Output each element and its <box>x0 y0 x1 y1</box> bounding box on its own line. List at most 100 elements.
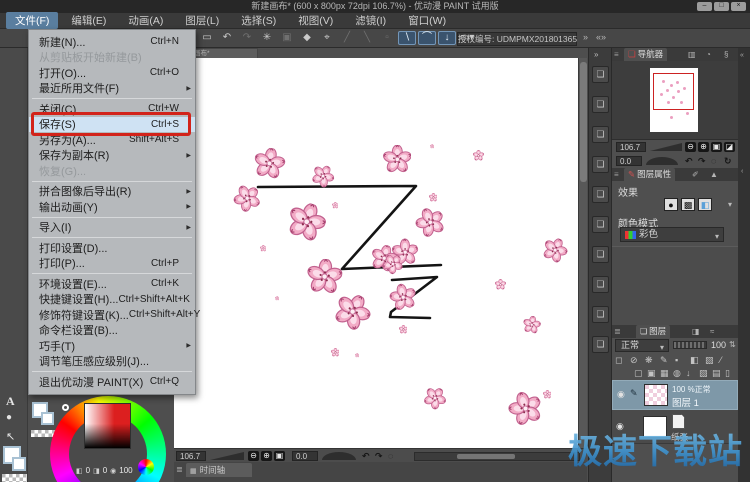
menu-item-8[interactable]: 保存为副本(R)▶ <box>29 148 195 164</box>
collapse-arrow-icon[interactable]: « <box>740 52 744 59</box>
menu-item-26[interactable]: 退出优动漫 PAINT(X)Ctrl+Q <box>29 374 195 390</box>
tab-navigator[interactable]: ❏导航器 <box>624 48 667 61</box>
menu-item-14[interactable]: 导入(I)▶ <box>29 220 195 236</box>
blend-mode-dropdown[interactable]: 正常 ▾ <box>615 339 669 352</box>
navigator-thumbnail[interactable] <box>650 68 698 132</box>
collapsed-panel-icon-6[interactable]: ❏ <box>592 246 609 263</box>
opacity-slider[interactable] <box>673 341 707 349</box>
frame-tool-icon[interactable]: ▭ <box>198 31 216 45</box>
navigator-zoom-slider[interactable] <box>650 143 682 151</box>
navigator-preview[interactable] <box>612 61 738 140</box>
nav-subtab-item-icon[interactable]: § <box>724 50 728 59</box>
canvas-rotation-slider[interactable] <box>322 452 356 460</box>
rotate-left-icon[interactable]: ↶ <box>685 156 693 167</box>
picker-swatch-b-icon[interactable]: ◨ <box>93 467 100 475</box>
vertical-scrollbar-thumb[interactable] <box>580 62 587 182</box>
hue-marker-icon[interactable] <box>62 404 69 411</box>
maximize-button[interactable]: □ <box>714 2 729 11</box>
zoom-fit-icon[interactable]: ▣ <box>274 451 285 461</box>
palette-dropdown-icon[interactable]: ◻ <box>615 355 622 366</box>
timeline-menu-icon[interactable]: ≣ <box>176 465 183 474</box>
panel-menu-icon[interactable]: ≡ <box>614 170 619 179</box>
zoom-fit-icon[interactable]: ◪ <box>724 142 735 152</box>
undo-icon[interactable]: ↶ <box>218 31 236 45</box>
collapsed-panel-icon-0[interactable]: ❏ <box>592 66 609 83</box>
menu-item-24[interactable]: 调节笔压感应级别(J)... <box>29 354 195 370</box>
rotate-left-icon[interactable]: ↶ <box>362 451 370 462</box>
rotate-right-icon[interactable]: ↷ <box>375 451 383 462</box>
menubar-item-7[interactable]: 窗口(W) <box>399 12 455 29</box>
panel-handle-icon[interactable]: ‹ <box>741 168 743 175</box>
menu-item-2[interactable]: 打开(O)...Ctrl+O <box>29 65 195 81</box>
sub-color-swatch-2[interactable] <box>41 412 54 425</box>
strip-expand-icon[interactable]: » <box>594 50 598 59</box>
menu-item-23[interactable]: 巧手(T)▶ <box>29 338 195 354</box>
menubar-item-4[interactable]: 选择(S) <box>232 12 285 29</box>
menu-item-16[interactable]: 打印设置(D)... <box>29 240 195 256</box>
canvas-zoom-slider[interactable] <box>210 452 244 460</box>
tone-effect-icon[interactable]: ▩ <box>681 198 695 211</box>
collapsed-panel-icon-5[interactable]: ❏ <box>592 216 609 233</box>
nav-subtab-info-icon[interactable]: ◔ <box>706 50 711 59</box>
picker-swatch-a-icon[interactable]: ◧ <box>76 467 83 475</box>
reference-icon[interactable]: ❋ <box>645 355 653 366</box>
lock-icon[interactable]: ▪ <box>675 355 678 365</box>
saturation-value-square[interactable] <box>84 403 131 449</box>
lp-subtab-pen-icon[interactable]: ✐ <box>692 170 699 179</box>
visibility-eye-icon[interactable]: ◉ <box>617 389 625 400</box>
menu-item-12[interactable]: 输出动画(Y)▶ <box>29 199 195 215</box>
rotate-right-icon[interactable]: ↷ <box>698 156 706 167</box>
mask-enable-icon[interactable]: ▨ <box>705 355 714 366</box>
timeline-tab[interactable]: ▦时间轴 <box>186 463 252 477</box>
flip-icon[interactable]: ↻ <box>724 156 732 167</box>
tab-layers[interactable]: ❏图层 <box>636 325 670 338</box>
nav-subtab-view-icon[interactable]: ▥ <box>688 50 696 59</box>
pin-tool-icon[interactable]: ↓ <box>438 31 456 45</box>
clear-icon[interactable]: ✳ <box>258 31 276 45</box>
zoom-in-icon[interactable]: ⊕ <box>261 451 272 461</box>
layers-subtab-a-icon[interactable]: ◨ <box>692 327 700 336</box>
layer-thumbnail[interactable] <box>644 384 668 406</box>
figure-tool-icon[interactable]: ● <box>6 412 12 423</box>
toolbar-overflow-icon[interactable]: » <box>583 32 588 42</box>
picker-hue-icon[interactable]: ◉ <box>110 467 116 475</box>
panel-menu-icon[interactable]: ≡ <box>614 50 619 59</box>
ruler-icon[interactable]: ⁄ <box>720 355 722 365</box>
panel-menu-icon[interactable]: ≣ <box>614 327 621 336</box>
border-effect-icon[interactable]: ● <box>664 198 678 211</box>
object-tool-icon[interactable]: ↖ <box>6 430 15 443</box>
navigator-view-frame[interactable] <box>653 73 694 110</box>
collapsed-panel-icon-2[interactable]: ❏ <box>592 126 609 143</box>
menubar-item-3[interactable]: 图层(L) <box>176 12 228 29</box>
collapsed-panel-icon-9[interactable]: ❏ <box>592 336 609 353</box>
collapsed-panel-icon-8[interactable]: ❏ <box>592 306 609 323</box>
lock-alpha-icon[interactable]: ◧ <box>690 355 699 366</box>
create-mask-icon[interactable]: ▧ <box>699 368 708 379</box>
layer-row-1[interactable]: ◉ ✎ 100 %正常 图层 1 <box>612 380 738 410</box>
tab-layer-properties[interactable]: ✎图层属性 <box>624 168 675 181</box>
apply-mask-icon[interactable]: ▤ <box>712 368 721 379</box>
layer-color-effect-icon[interactable]: ◧ <box>698 198 712 211</box>
new-layer-icon[interactable]: ▢ <box>634 368 643 379</box>
reset-rotation-icon[interactable]: ◌ <box>388 451 393 461</box>
navigator-rotation-slider[interactable] <box>646 157 678 165</box>
new-vector-layer-icon[interactable]: ▣ <box>647 368 656 379</box>
layers-subtab-b-icon[interactable]: ≈ <box>710 327 714 336</box>
view-dropdown-icon[interactable]: ▭▾ <box>458 31 476 45</box>
menu-item-22[interactable]: 命令栏设置(B)... <box>29 323 195 339</box>
menu-item-19[interactable]: 环境设置(E)...Ctrl+K <box>29 276 195 292</box>
effect-dropdown-icon[interactable]: ▾ <box>728 200 732 209</box>
text-tool-icon[interactable]: A <box>6 394 15 409</box>
zoom-in-icon[interactable]: ⊕ <box>698 142 709 152</box>
horizontal-scrollbar[interactable] <box>414 452 580 461</box>
fill-icon[interactable]: ◆ <box>298 31 316 45</box>
exclude-icon[interactable]: ⊘ <box>630 355 638 366</box>
menu-item-20[interactable]: 快捷键设置(H)...Ctrl+Shift+Alt+K <box>29 292 195 308</box>
toolbar-scroll-icons[interactable]: «» <box>596 32 606 42</box>
menu-item-11[interactable]: 拼合图像后导出(R)▶ <box>29 184 195 200</box>
merge-down-icon[interactable]: ↓ <box>686 368 691 378</box>
transfer-down-icon[interactable]: ◍ <box>673 368 681 379</box>
opacity-stepper[interactable]: ⇅ <box>729 340 736 349</box>
zoom-out-icon[interactable]: ⊖ <box>685 142 696 152</box>
collapsed-panel-icon-7[interactable]: ❏ <box>592 276 609 293</box>
